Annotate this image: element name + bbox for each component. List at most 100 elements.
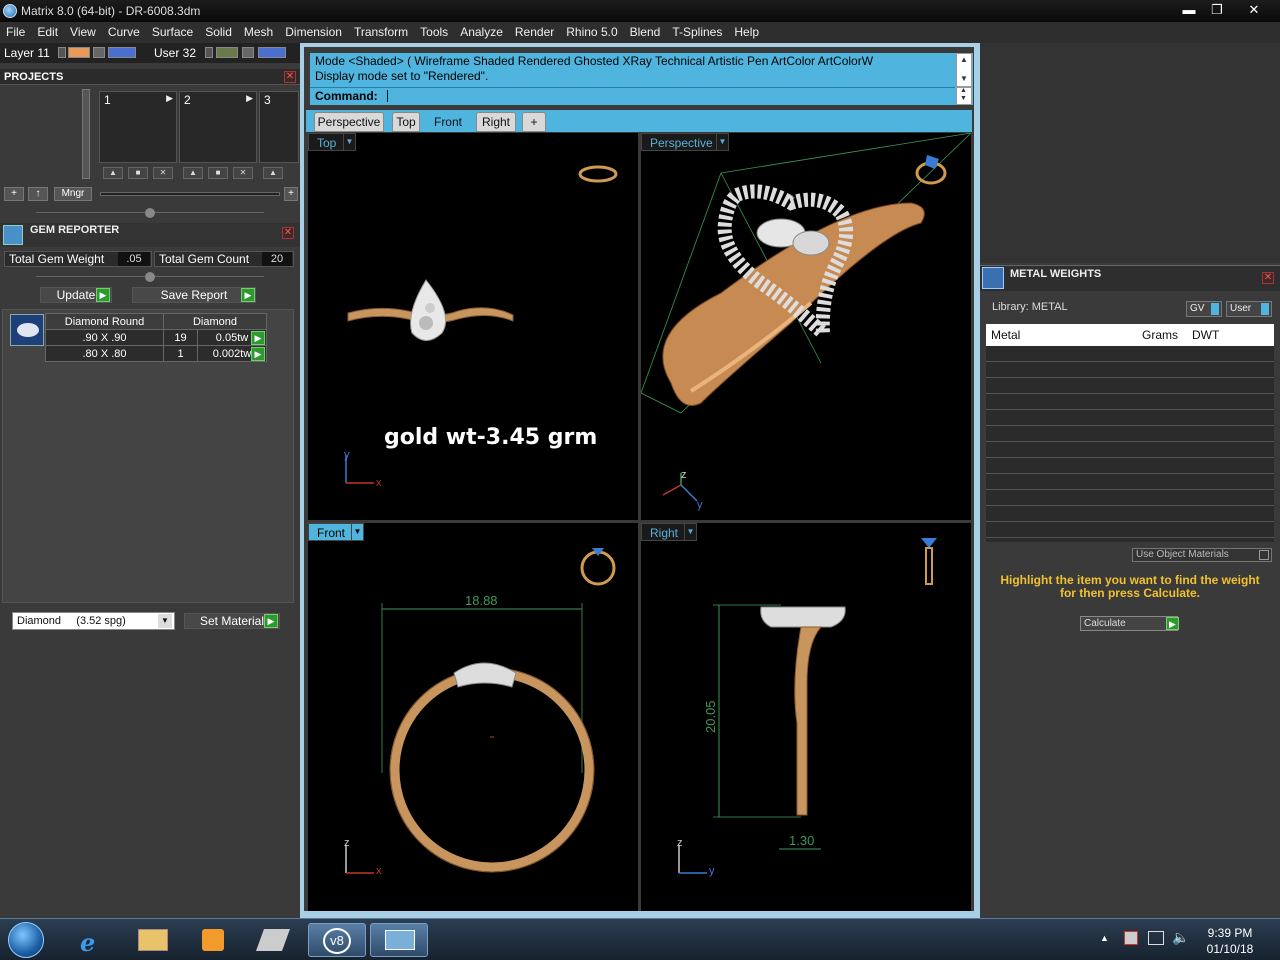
network-icon[interactable] (1148, 931, 1164, 945)
upload-project-icon[interactable]: ↑ (28, 187, 48, 201)
slot2-save-icon[interactable]: ■ (208, 167, 228, 179)
menu-mesh[interactable]: Mesh (238, 22, 279, 43)
axis-z-label: z (677, 837, 683, 849)
taskbar-explorer-icon[interactable] (124, 923, 182, 957)
add-project-icon[interactable]: + (4, 187, 24, 201)
menu-solid[interactable]: Solid (199, 22, 238, 43)
menu-file[interactable]: File (0, 22, 31, 43)
table-row[interactable]: .90 X .90 19 0.05tw (45, 329, 267, 346)
metal-table-header: Metal Grams DWT (986, 324, 1274, 346)
viewport-right[interactable]: Right ▼ 20.05 1.30 z y (641, 523, 971, 911)
volume-icon[interactable]: 🔈 (1172, 929, 1189, 946)
divider-handle-icon[interactable] (145, 272, 155, 282)
user-layer-selector[interactable]: User 32 (154, 45, 196, 61)
set-material-go-icon[interactable]: ▶ (264, 614, 278, 628)
command-history-2: Display mode set to "Rendered". (315, 69, 489, 83)
metal-table-rows[interactable] (986, 346, 1274, 542)
gem-reporter-header: GEM REPORTER ✕ (0, 223, 300, 247)
save-report-button[interactable]: Save Report (132, 287, 256, 303)
menu-curve[interactable]: Curve (102, 22, 146, 43)
metal-weights-icon (982, 267, 1004, 289)
user-toggle[interactable]: User (1226, 301, 1272, 317)
command-spinner[interactable]: ▲ ▼ (956, 87, 972, 105)
menu-transform[interactable]: Transform (348, 22, 414, 43)
action-center-icon[interactable] (1124, 931, 1138, 945)
menu-help[interactable]: Help (728, 22, 765, 43)
menu-tools[interactable]: Tools (414, 22, 454, 43)
update-go-icon[interactable]: ▶ (96, 288, 110, 302)
table-row[interactable]: .80 X .80 1 0.002tw (45, 345, 267, 362)
slot2-delete-icon[interactable]: ✕ (233, 167, 253, 179)
project-slot-1[interactable]: 1 ▶ (99, 91, 177, 163)
maximize-button[interactable]: ❐ (1202, 0, 1232, 20)
layer-visibility-icon[interactable] (108, 47, 136, 58)
window-title: Matrix 8.0 (64-bit) - DR-6008.3dm (21, 4, 201, 18)
tab-top[interactable]: Top (392, 112, 420, 132)
viewport-perspective[interactable]: Perspective ▼ z y (641, 133, 971, 520)
taskbar-media-player-icon[interactable] (184, 923, 242, 957)
material-select[interactable]: Diamond (3.52 spg) (12, 612, 175, 630)
close-window-button[interactable]: ✕ (1232, 0, 1276, 20)
tray-time[interactable]: 9:39 PM (1200, 926, 1260, 940)
divider-handle-icon[interactable] (145, 208, 155, 218)
tab-front[interactable]: Front (428, 112, 468, 132)
slot-up-icon[interactable]: ▲ (103, 167, 123, 179)
projects-plus-icon[interactable]: + (284, 187, 298, 201)
user-arrow-icon[interactable] (205, 47, 213, 58)
close-gem-reporter-icon[interactable]: ✕ (282, 227, 294, 239)
minimize-button[interactable]: ▬ (1174, 0, 1204, 20)
taskbar-app-icon[interactable] (244, 923, 302, 957)
slot2-up-icon[interactable]: ▲ (183, 167, 203, 179)
slot-delete-icon[interactable]: ✕ (153, 167, 173, 179)
manager-button[interactable]: Mngr (54, 187, 92, 201)
menu-edit[interactable]: Edit (31, 22, 64, 43)
close-metal-weights-icon[interactable]: ✕ (1262, 272, 1274, 284)
slot3-up-icon[interactable]: ▲ (263, 167, 283, 179)
layer-selector[interactable]: Layer 11 (4, 45, 50, 61)
save-report-go-icon[interactable]: ▶ (241, 288, 255, 302)
tray-date[interactable]: 01/10/18 (1200, 942, 1260, 956)
start-button[interactable] (8, 922, 44, 958)
project-slot-2[interactable]: 2 ▶ (179, 91, 257, 163)
gv-toggle[interactable]: GV (1186, 301, 1222, 317)
layer-color-swatch[interactable] (68, 47, 90, 58)
menu-analyze[interactable]: Analyze (454, 22, 509, 43)
taskbar-photo-viewer-icon[interactable] (370, 923, 428, 957)
taskbar-internet-explorer-icon[interactable]: e (64, 923, 122, 957)
menu-rhino[interactable]: Rhino 5.0 (560, 22, 623, 43)
tab-right[interactable]: Right (476, 112, 516, 132)
command-scrollbar[interactable]: ▲ ▼ (956, 53, 972, 87)
command-input[interactable]: Command: (310, 87, 955, 104)
user-color-swatch[interactable] (216, 47, 238, 58)
tray-expand-icon[interactable]: ▲ (1100, 933, 1109, 943)
project-slot-3[interactable]: 3 (259, 91, 299, 163)
tab-perspective[interactable]: Perspective (314, 112, 384, 132)
projects-slider[interactable] (100, 192, 280, 196)
user-visibility-icon[interactable] (258, 47, 286, 58)
chevron-down-icon[interactable]: ▼ (158, 614, 172, 628)
menu-dimension[interactable]: Dimension (279, 22, 348, 43)
layer-lock-icon[interactable] (93, 47, 105, 58)
calculate-go-icon[interactable]: ▶ (1166, 617, 1179, 630)
projects-scrollbar[interactable] (82, 89, 90, 179)
axis-y-label: y (709, 865, 715, 877)
taskbar-matrix-icon[interactable]: v8 (308, 923, 366, 957)
row2-go-icon[interactable]: ▶ (251, 347, 265, 361)
use-object-materials-checkbox[interactable]: Use Object Materials (1132, 548, 1272, 562)
layer-arrow-icon[interactable] (58, 47, 66, 58)
viewport-top[interactable]: Top ▼ gold wt-3.45 grm y x (308, 133, 638, 520)
menu-render[interactable]: Render (509, 22, 560, 43)
close-projects-icon[interactable]: ✕ (284, 71, 296, 83)
metal-weights-hint: Highlight the item you want to find the … (1000, 573, 1260, 600)
user-lock-icon[interactable] (242, 47, 254, 58)
calculate-button[interactable]: Calculate (1080, 616, 1178, 631)
add-view-tab-icon[interactable]: + (522, 112, 546, 132)
menu-surface[interactable]: Surface (146, 22, 199, 43)
menu-blend[interactable]: Blend (624, 22, 667, 43)
row1-go-icon[interactable]: ▶ (251, 331, 265, 345)
menu-view[interactable]: View (64, 22, 102, 43)
menu-tsplines[interactable]: T-Splines (666, 22, 728, 43)
slot-save-icon[interactable]: ■ (128, 167, 148, 179)
viewport-front[interactable]: Front ▼ 18.88 z x (308, 523, 638, 911)
command-prompt: Command: (315, 89, 378, 103)
